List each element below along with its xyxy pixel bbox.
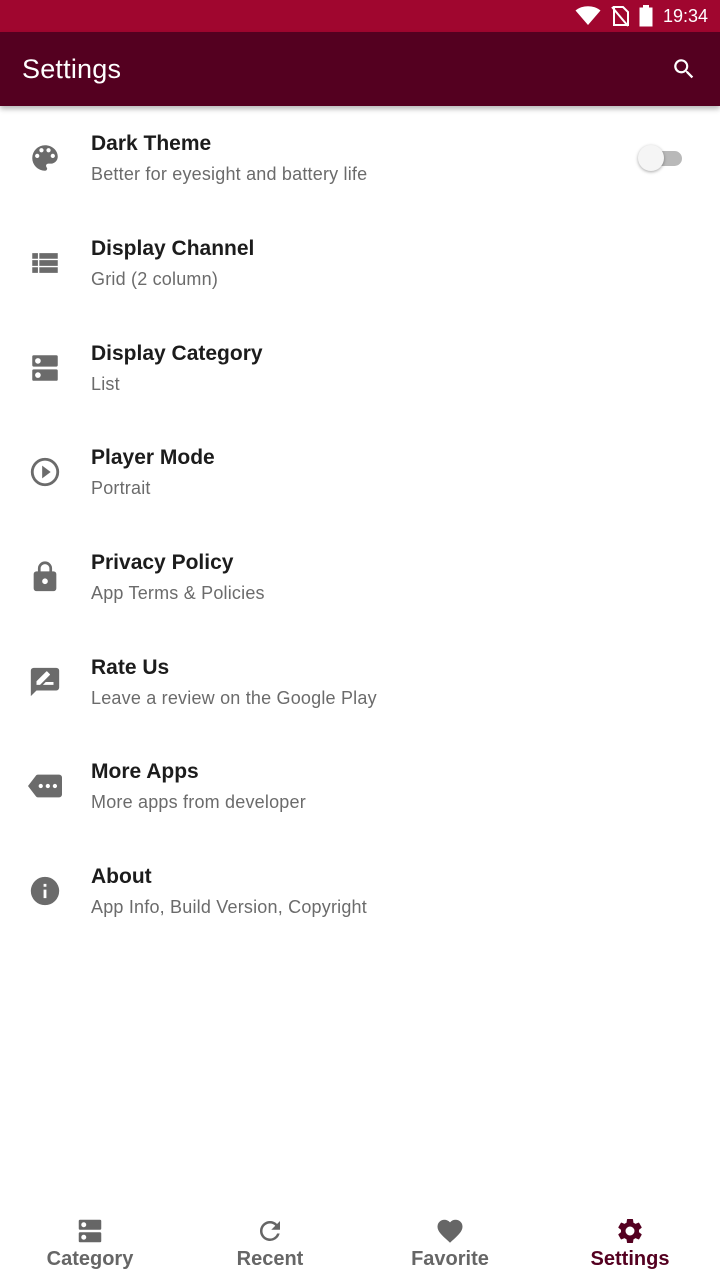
lock-icon [28, 560, 62, 594]
wifi-icon [575, 6, 601, 26]
setting-title: Privacy Policy [91, 551, 234, 575]
gear-icon [615, 1216, 645, 1246]
setting-about[interactable]: About App Info, Build Version, Copyright [0, 839, 720, 944]
setting-title: More Apps [91, 760, 199, 784]
setting-subtitle: Grid (2 column) [91, 269, 219, 290]
setting-more-apps[interactable]: More Apps More apps from developer [0, 734, 720, 839]
palette-icon [28, 141, 62, 175]
heart-icon [435, 1216, 465, 1246]
setting-title: Display Channel [91, 237, 255, 261]
setting-dark-theme[interactable]: Dark Theme Better for eyesight and batte… [0, 106, 720, 211]
setting-subtitle: Portrait [91, 478, 151, 499]
list-view-icon [28, 246, 62, 280]
setting-player-mode[interactable]: Player Mode Portrait [0, 420, 720, 525]
search-icon [674, 59, 694, 79]
setting-subtitle: App Terms & Policies [91, 583, 265, 604]
dark-theme-toggle[interactable] [638, 145, 684, 172]
setting-display-category[interactable]: Display Category List [0, 315, 720, 420]
nav-label: Settings [590, 1248, 670, 1270]
more-tag-icon [28, 769, 62, 803]
nav-label: Recent [236, 1248, 304, 1270]
setting-title: Rate Us [91, 655, 170, 679]
setting-subtitle: More apps from developer [91, 792, 306, 813]
category-icon [75, 1216, 105, 1246]
nav-item-favorite[interactable]: Favorite [360, 1200, 540, 1280]
setting-title: Dark Theme [91, 132, 212, 156]
setting-subtitle: Leave a review on the Google Play [91, 687, 377, 708]
setting-display-channel[interactable]: Display Channel Grid (2 column) [0, 211, 720, 316]
no-sim-icon [611, 5, 629, 27]
setting-title: Player Mode [91, 446, 215, 470]
nav-item-settings[interactable]: Settings [540, 1200, 720, 1280]
page-title: Settings [22, 53, 122, 84]
bottom-navigation: Category Recent Favorite Settings [0, 1200, 720, 1280]
setting-subtitle: Better for eyesight and battery life [91, 164, 368, 185]
nav-item-recent[interactable]: Recent [180, 1200, 360, 1280]
nav-item-category[interactable]: Category [0, 1200, 180, 1280]
setting-rate-us[interactable]: Rate Us Leave a review on the Google Pla… [0, 629, 720, 734]
setting-title: About [91, 865, 152, 889]
setting-privacy-policy[interactable]: Privacy Policy App Terms & Policies [0, 525, 720, 630]
refresh-icon [255, 1216, 285, 1246]
setting-subtitle: List [91, 373, 120, 394]
status-bar: 19:34 [0, 0, 720, 32]
nav-label: Favorite [411, 1248, 489, 1270]
setting-title: Display Category [91, 341, 263, 365]
setting-subtitle: App Info, Build Version, Copyright [91, 897, 367, 918]
app-bar: Settings [0, 32, 720, 106]
info-icon [28, 874, 62, 908]
play-circle-icon [28, 455, 62, 489]
status-time: 19:34 [662, 5, 708, 26]
search-button[interactable] [668, 53, 700, 85]
nav-label: Category [46, 1248, 134, 1270]
battery-icon [639, 5, 653, 27]
rate-review-icon [28, 665, 62, 699]
dns-icon [28, 351, 62, 385]
settings-list: Dark Theme Better for eyesight and batte… [0, 106, 720, 944]
